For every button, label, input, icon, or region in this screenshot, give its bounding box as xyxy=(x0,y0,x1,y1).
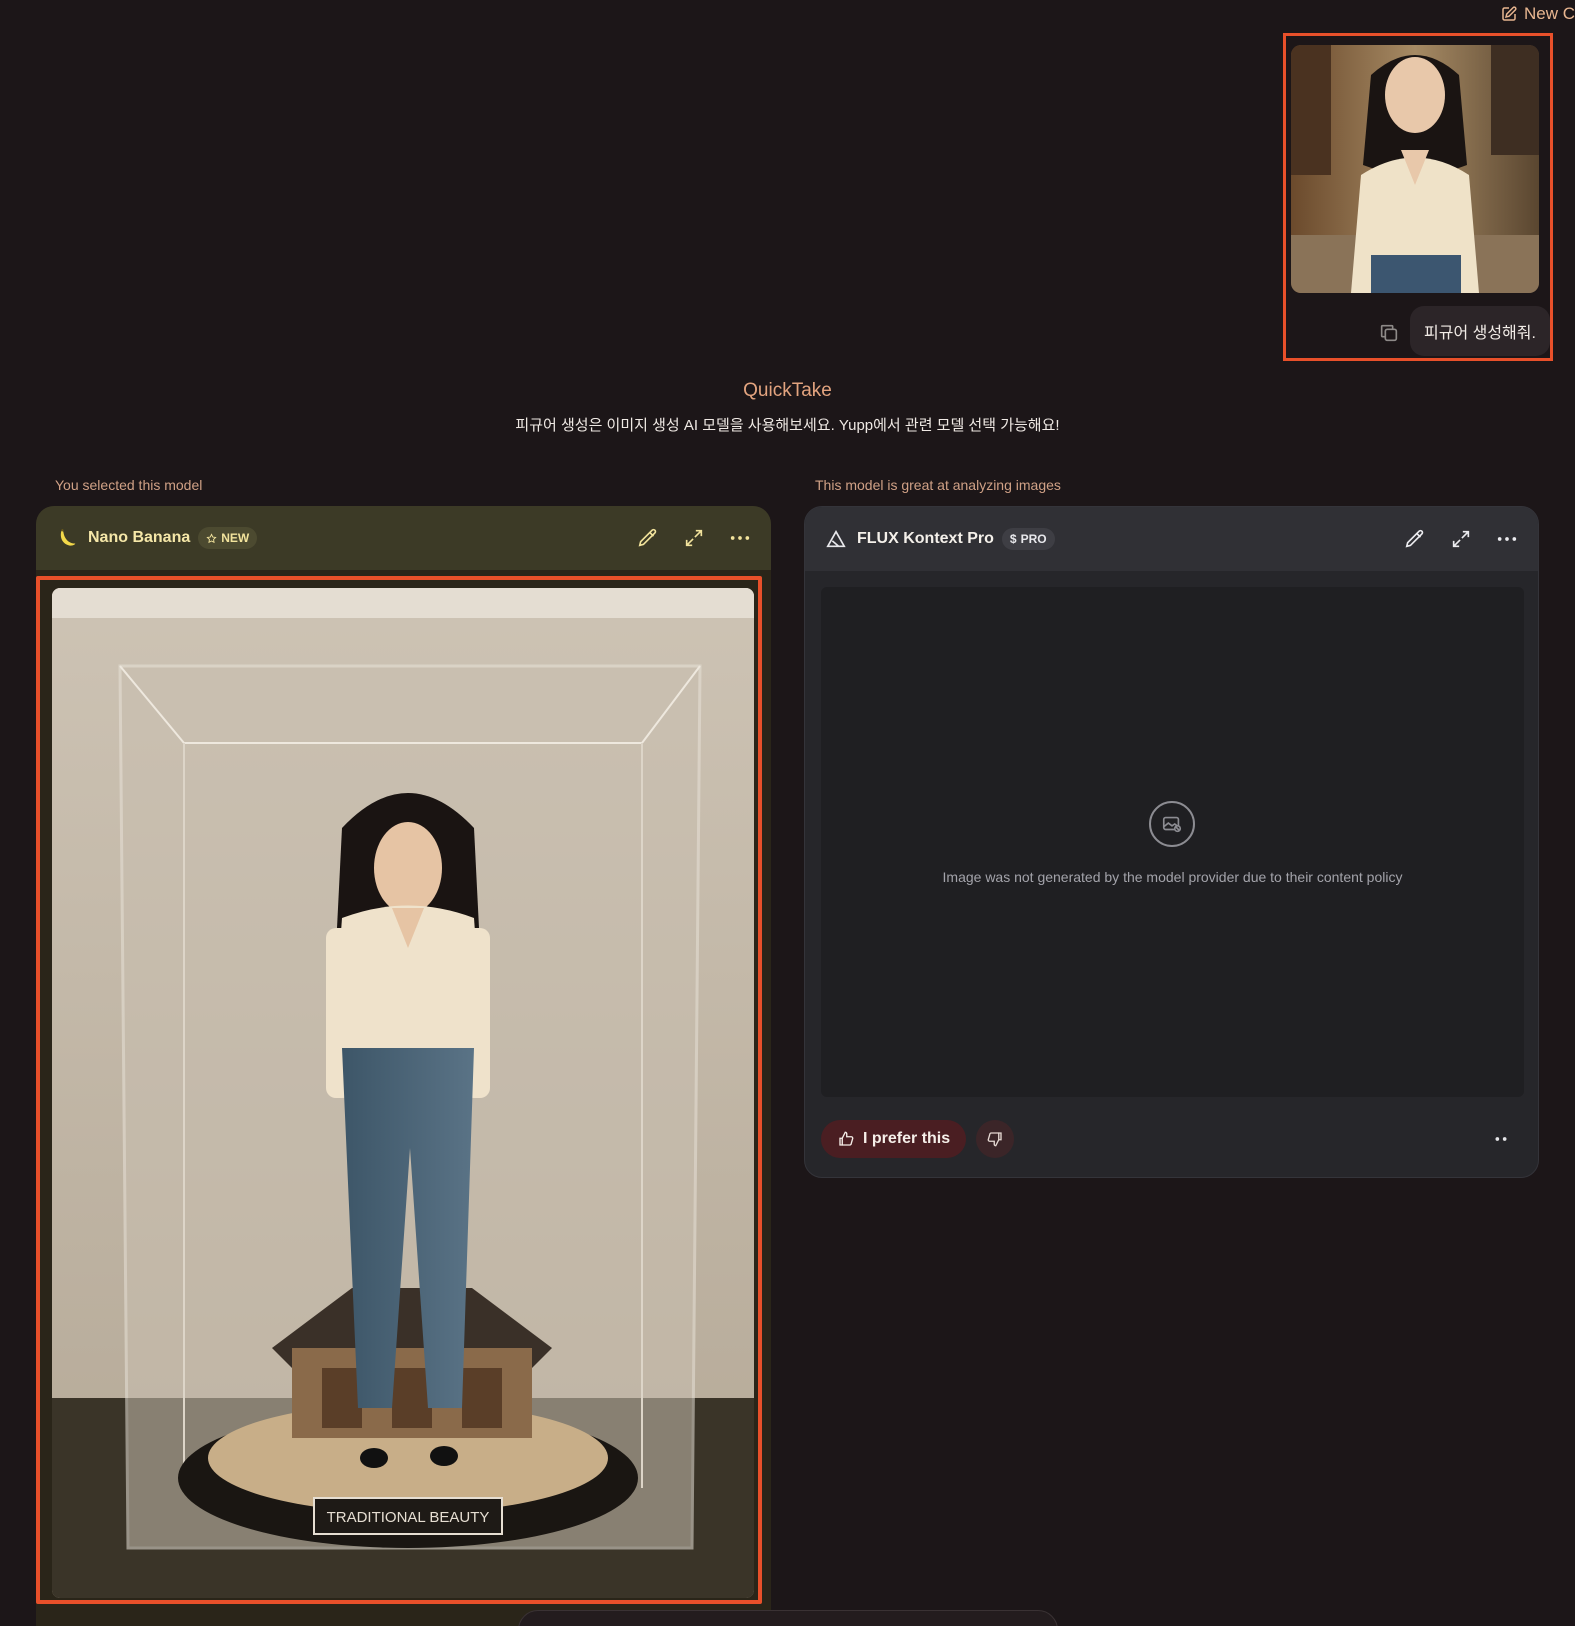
model-name: Nano Banana xyxy=(88,529,191,546)
banana-icon xyxy=(60,528,76,546)
footer-more-icon[interactable] xyxy=(1490,1128,1512,1150)
new-badge: NEW xyxy=(198,527,258,549)
thumbs-up-icon xyxy=(839,1131,854,1146)
card-footer: I prefer this xyxy=(821,1119,1524,1159)
card-header: FLUX Kontext Pro $ PRO xyxy=(805,507,1538,571)
triangle-logo-icon xyxy=(826,529,846,548)
model-name: FLUX Kontext Pro xyxy=(857,530,994,547)
pencil-icon[interactable] xyxy=(1404,528,1426,550)
thumbs-down-icon xyxy=(987,1132,1002,1147)
thumbs-down-button[interactable] xyxy=(976,1120,1015,1158)
right-column-label: This model is great at analyzing images xyxy=(815,477,1061,493)
new-chat-button[interactable]: New C xyxy=(1500,4,1575,24)
left-column-label: You selected this model xyxy=(55,477,203,493)
blocked-message: Image was not generated by the model pro… xyxy=(942,869,1403,885)
prefer-this-button[interactable]: I prefer this xyxy=(821,1120,967,1158)
model-card-flux-kontext-pro: FLUX Kontext Pro $ PRO Image was not gen… xyxy=(804,506,1539,1178)
new-chat-label: New C xyxy=(1523,4,1575,23)
copy-icon[interactable] xyxy=(1378,322,1400,344)
edit-icon xyxy=(1502,6,1517,21)
chat-input-bar[interactable] xyxy=(518,1610,1058,1626)
quicktake-section: QuickTake 피규어 생성은 이미지 생성 AI 모델을 사용해보세요. … xyxy=(0,380,1575,435)
pro-badge: $ PRO xyxy=(1001,528,1055,550)
quicktake-body: 피규어 생성은 이미지 생성 AI 모델을 사용해보세요. Yupp에서 관련 … xyxy=(515,417,1060,434)
star-icon xyxy=(206,532,217,543)
user-prompt-bubble: 피규어 생성해줘. xyxy=(1410,306,1550,356)
blocked-image-placeholder: Image was not generated by the model pro… xyxy=(821,587,1524,1097)
figure-plaque-text: TRADITIONAL BEAUTY xyxy=(327,1509,490,1526)
badge-label: NEW xyxy=(221,531,250,545)
generated-figure-image[interactable]: TRADITIONAL BEAUTY xyxy=(52,588,754,1598)
badge-label: PRO xyxy=(1020,532,1047,546)
quicktake-title: QuickTake xyxy=(743,380,832,401)
prefer-label: I prefer this xyxy=(863,1130,951,1147)
user-attached-photo[interactable] xyxy=(1291,45,1539,293)
expand-icon[interactable] xyxy=(683,527,705,549)
image-blocked-icon xyxy=(1149,801,1195,847)
generated-image-frame: TRADITIONAL BEAUTY xyxy=(36,576,762,1604)
model-card-nano-banana: Nano Banana NEW TRADITIONAL BEAUTY xyxy=(36,506,771,1626)
pencil-icon[interactable] xyxy=(637,527,659,549)
more-options-icon[interactable] xyxy=(729,527,751,549)
dollar-icon: $ xyxy=(1009,532,1017,546)
user-message: 피규어 생성해줘. xyxy=(1283,33,1553,361)
card-header: Nano Banana NEW xyxy=(36,506,771,570)
expand-icon[interactable] xyxy=(1450,528,1472,550)
more-options-icon[interactable] xyxy=(1496,528,1518,550)
